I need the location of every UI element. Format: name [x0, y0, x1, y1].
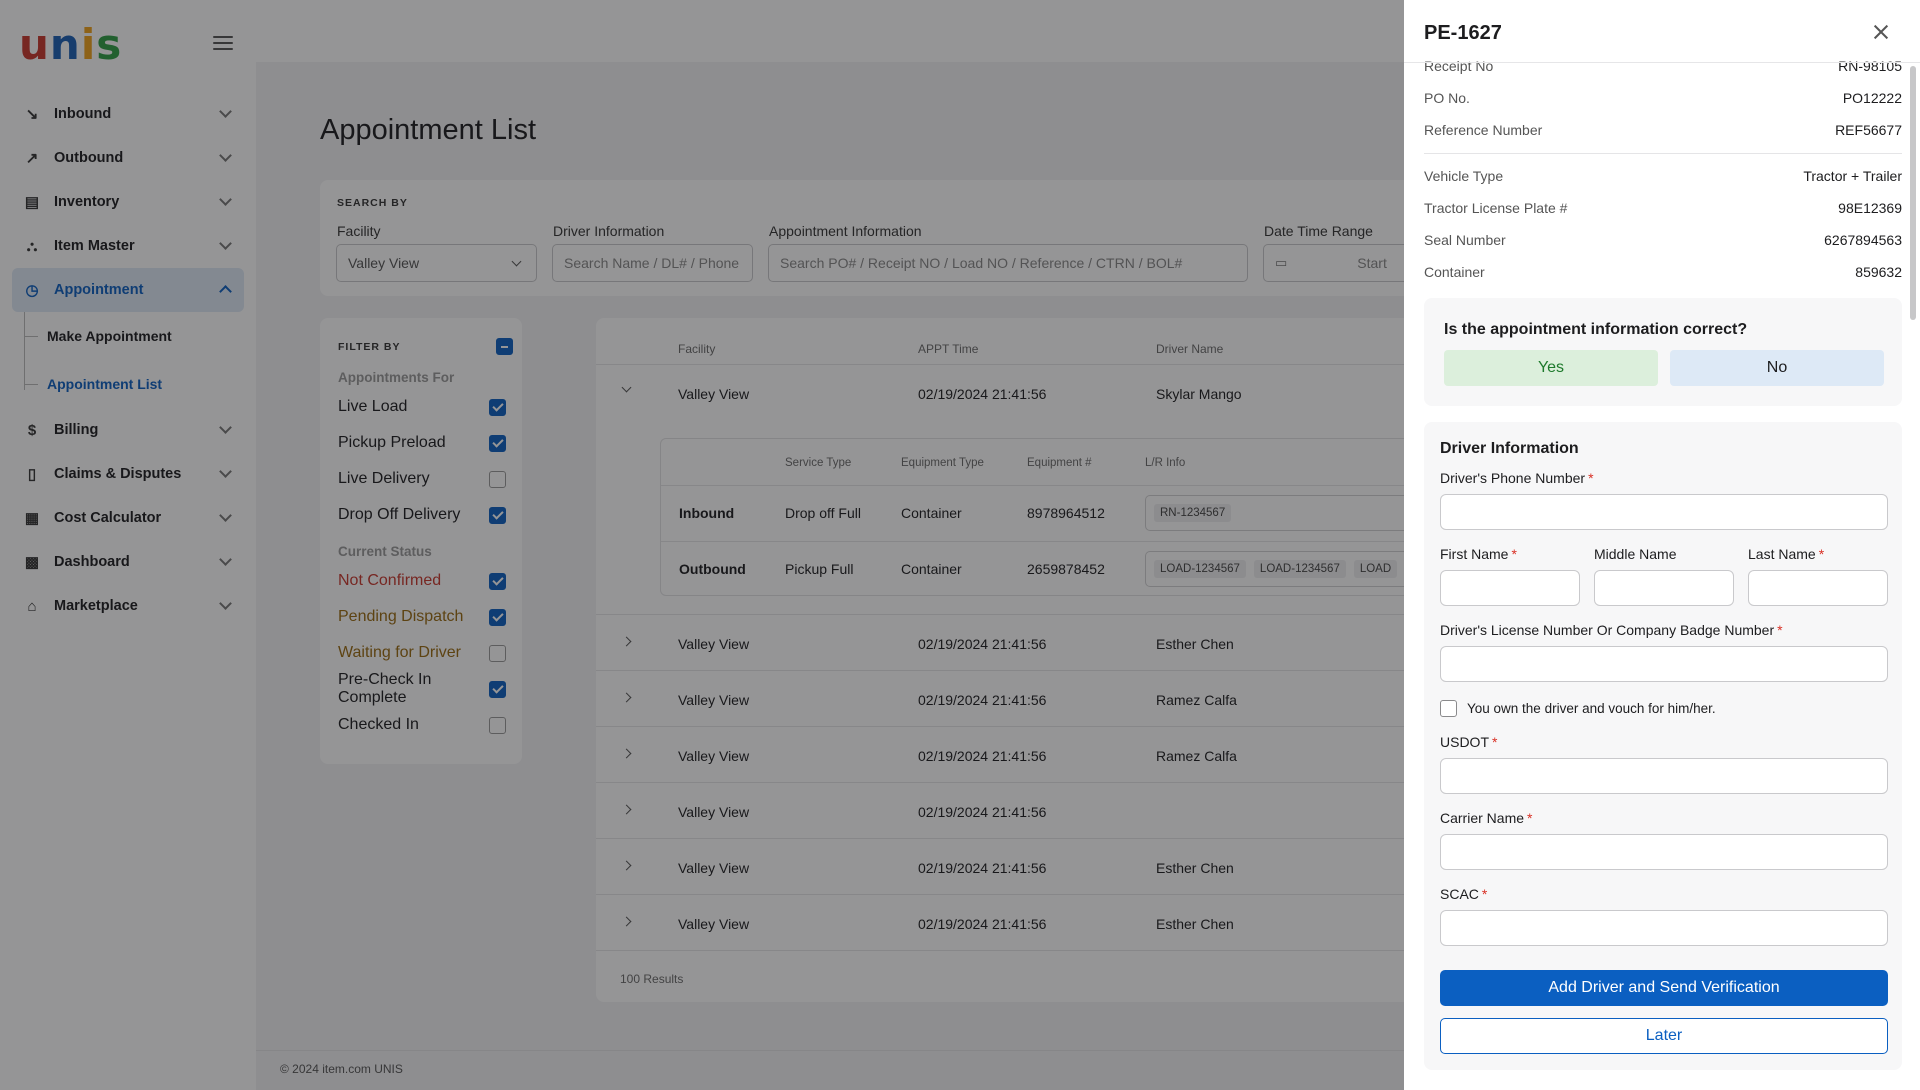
license-input[interactable] [1440, 646, 1888, 682]
label-text: Last Name [1748, 546, 1816, 562]
required-mark: * [1481, 886, 1488, 902]
label-text: Driver's License Number Or Company Badge… [1440, 622, 1775, 638]
no-button[interactable]: No [1670, 350, 1884, 386]
field-tractor-plate: Tractor License Plate # 98E12369 [1424, 200, 1902, 216]
yes-button[interactable]: Yes [1444, 350, 1658, 386]
label-text: USDOT [1440, 734, 1489, 750]
usdot-input[interactable] [1440, 758, 1888, 794]
field-label: Receipt No [1424, 58, 1494, 74]
field-po-no: PO No. PO12222 [1424, 90, 1902, 106]
required-mark: * [1492, 734, 1498, 750]
drawer-title: PE-1627 [1424, 22, 1502, 44]
field-value: 98E12369 [1838, 200, 1902, 216]
field-label: Seal Number [1424, 232, 1506, 248]
first-name-label: First Name * [1440, 546, 1517, 562]
field-receipt-no: Receipt No RN-98105 [1424, 58, 1902, 74]
license-label: Driver's License Number Or Company Badge… [1440, 622, 1783, 638]
label-text: Driver's Phone Number [1440, 470, 1586, 486]
field-reference-number: Reference Number REF56677 [1424, 122, 1902, 138]
field-value: RN-98105 [1838, 58, 1902, 74]
scac-label: SCAC * [1440, 886, 1487, 902]
field-container: Container 859632 [1424, 264, 1902, 280]
modal-backdrop[interactable] [0, 0, 1404, 1090]
field-label: Container [1424, 264, 1485, 280]
field-vehicle-type: Vehicle Type Tractor + Trailer [1424, 168, 1902, 184]
driver-info-title: Driver Information [1440, 440, 1579, 457]
required-mark: * [1777, 622, 1783, 638]
carrier-name-input[interactable] [1440, 834, 1888, 870]
field-label: Vehicle Type [1424, 168, 1504, 184]
divider [1424, 153, 1902, 154]
field-value: PO12222 [1842, 90, 1902, 106]
drawer-header-divider [1404, 62, 1920, 63]
own-driver-checkbox[interactable]: You own the driver and vouch for him/her… [1440, 700, 1716, 717]
phone-input[interactable] [1440, 494, 1888, 530]
label-text: Carrier Name [1440, 810, 1525, 826]
label-text: First Name [1440, 546, 1509, 562]
drawer-scrollbar[interactable] [1910, 66, 1916, 320]
checkbox[interactable] [1440, 700, 1457, 717]
own-driver-label: You own the driver and vouch for him/her… [1467, 701, 1716, 716]
field-value: 859632 [1855, 264, 1902, 280]
middle-name-label: Middle Name [1594, 546, 1677, 562]
last-name-label: Last Name * [1748, 546, 1824, 562]
field-value: 6267894563 [1824, 232, 1902, 248]
later-button[interactable]: Later [1440, 1018, 1888, 1054]
add-driver-button[interactable]: Add Driver and Send Verification [1440, 970, 1888, 1006]
first-name-input[interactable] [1440, 570, 1580, 606]
driver-info-form: Driver Information Driver's Phone Number… [1424, 422, 1902, 1070]
required-mark: * [1588, 470, 1594, 486]
field-seal-number: Seal Number 6267894563 [1424, 232, 1902, 248]
carrier-name-label: Carrier Name * [1440, 810, 1532, 826]
confirm-question: Is the appointment information correct? [1444, 321, 1748, 338]
usdot-label: USDOT * [1440, 734, 1497, 750]
close-icon[interactable] [1872, 23, 1890, 41]
scac-input[interactable] [1440, 910, 1888, 946]
middle-name-input[interactable] [1594, 570, 1734, 606]
required-mark: * [1527, 810, 1533, 826]
required-mark: * [1818, 546, 1825, 562]
field-label: Reference Number [1424, 122, 1543, 138]
field-value: Tractor + Trailer [1803, 168, 1902, 184]
required-mark: * [1511, 546, 1517, 562]
field-label: Tractor License Plate # [1424, 200, 1568, 216]
confirm-info-card: Is the appointment information correct? … [1424, 298, 1902, 406]
field-value: REF56677 [1835, 122, 1902, 138]
appointment-detail-drawer: PE-1627 Receipt No RN-98105 PO No. PO12222… [1404, 0, 1920, 1090]
field-label: PO No. [1424, 90, 1470, 106]
last-name-input[interactable] [1748, 570, 1888, 606]
label-text: SCAC [1440, 886, 1479, 902]
phone-label: Driver's Phone Number * [1440, 470, 1594, 486]
